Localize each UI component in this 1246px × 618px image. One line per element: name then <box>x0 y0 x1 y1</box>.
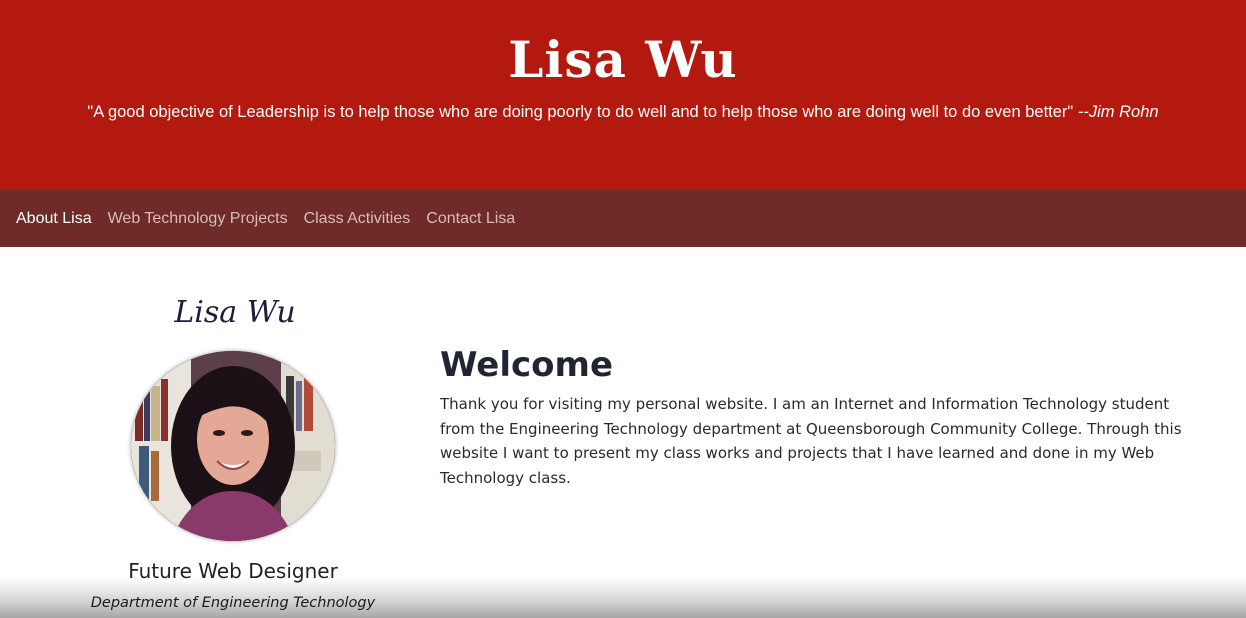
profile-photo-illustration <box>131 351 335 541</box>
nav-about-lisa[interactable]: About Lisa <box>16 210 92 228</box>
signature-name: Lisa Wu <box>174 295 296 330</box>
main-navbar: About Lisa Web Technology Projects Class… <box>0 190 1246 247</box>
site-header: Lisa Wu "A good objective of Leadership … <box>0 0 1246 190</box>
welcome-paragraph: Thank you for visiting my personal websi… <box>440 395 1182 487</box>
quote-author: --Jim Rohn <box>1077 103 1159 121</box>
profile-sidebar: Lisa Wu Future Web Designer Department o… <box>0 247 440 618</box>
profile-photo <box>131 351 335 541</box>
page: Lisa Wu "A good objective of Leadership … <box>0 0 1246 618</box>
header-quote: "A good objective of Leadership is to he… <box>0 101 1246 123</box>
profile-role: Future Web Designer <box>128 559 338 583</box>
nav-class-activities[interactable]: Class Activities <box>304 210 411 228</box>
welcome-heading: Welcome <box>440 345 614 385</box>
nav-contact-lisa[interactable]: Contact Lisa <box>426 210 515 228</box>
quote-text: "A good objective of Leadership is to he… <box>87 103 1074 121</box>
site-title: Lisa Wu <box>508 30 738 89</box>
nav-web-technology-projects[interactable]: Web Technology Projects <box>108 210 288 228</box>
profile-department: Department of Engineering Technology <box>90 595 376 611</box>
